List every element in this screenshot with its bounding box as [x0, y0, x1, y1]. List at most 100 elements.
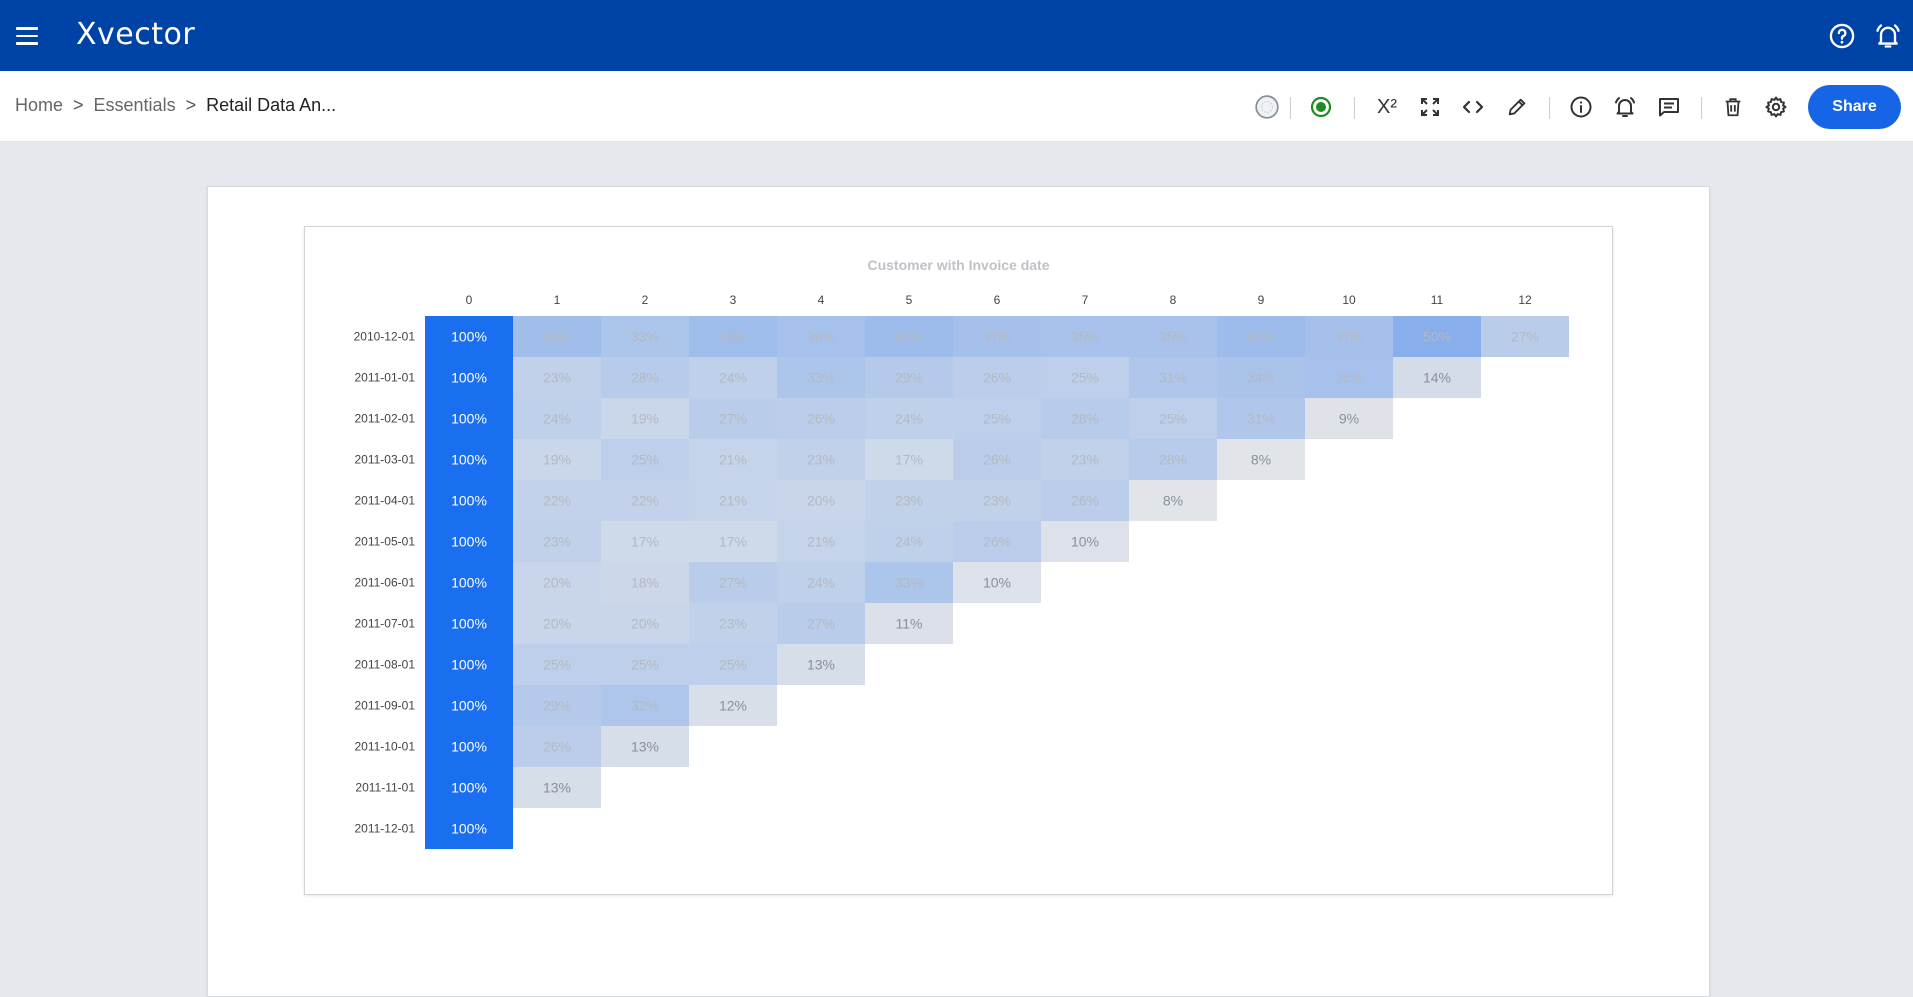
heatmap-cell-label: 23%: [983, 493, 1011, 509]
heatmap-cell-label: 24%: [895, 411, 923, 427]
heatmap-cell-label: 27%: [1511, 329, 1539, 345]
heatmap-cell-label: 22%: [631, 493, 659, 509]
column-label: 4: [818, 293, 825, 307]
row-label: 2011-05-01: [355, 535, 416, 549]
breadcrumb-separator: >: [185, 95, 197, 115]
column-label: 3: [730, 293, 737, 307]
code-icon[interactable]: [1459, 93, 1487, 121]
heatmap-cell-label: 19%: [543, 452, 571, 468]
heatmap-cell-label: 8%: [1251, 452, 1271, 468]
heatmap-cell-label: 23%: [807, 452, 835, 468]
heatmap-cell-label: 17%: [631, 534, 659, 550]
heatmap-cell-label: 100%: [451, 452, 487, 468]
heatmap-cell-label: 37%: [983, 329, 1011, 345]
column-label: 11: [1431, 293, 1444, 307]
app-logo[interactable]: Xvector: [76, 17, 195, 52]
breadcrumb: Home > Essentials > Retail Data An...: [15, 95, 336, 116]
heatmap-cell-label: 26%: [983, 452, 1011, 468]
heatmap-cell-label: 27%: [719, 575, 747, 591]
page-toolbar: Home > Essentials > Retail Data An... X²…: [0, 71, 1913, 142]
column-label: 9: [1258, 293, 1265, 307]
trash-icon[interactable]: [1719, 93, 1747, 121]
column-label: 1: [554, 293, 561, 307]
alarm-icon[interactable]: [1611, 93, 1639, 121]
heatmap-cell-label: 28%: [1071, 411, 1099, 427]
heatmap-cell-label: 31%: [1159, 370, 1187, 386]
heatmap-cell-label: 35%: [1159, 329, 1187, 345]
breadcrumb-home[interactable]: Home: [15, 95, 63, 116]
row-label: 2011-09-01: [355, 699, 416, 713]
heatmap-cell-label: 27%: [719, 411, 747, 427]
heatmap-cell-label: 11%: [896, 616, 923, 632]
row-label: 2011-04-01: [355, 494, 416, 508]
breadcrumb-current: Retail Data An...: [206, 95, 337, 115]
heatmap-cell-label: 34%: [1247, 370, 1275, 386]
heatmap-cell-label: 23%: [895, 493, 923, 509]
row-label: 2011-03-01: [355, 453, 416, 467]
heatmap-cell-label: 9%: [1339, 411, 1359, 427]
toolbar-divider: [1701, 97, 1702, 119]
help-icon[interactable]: [1828, 22, 1856, 50]
share-button[interactable]: Share: [1808, 85, 1901, 129]
heatmap-cell-label: 100%: [451, 575, 487, 591]
heatmap-cell-label: 26%: [543, 739, 571, 755]
row-label: 2011-06-01: [355, 576, 416, 590]
heatmap-cell-label: 10%: [983, 575, 1011, 591]
heatmap-cell-label: 36%: [1335, 370, 1363, 386]
heatmap-cell-label: 29%: [543, 698, 571, 714]
heatmap-cell-label: 40%: [1247, 329, 1275, 345]
info-icon[interactable]: [1567, 93, 1595, 121]
heatmap-cell-label: 32%: [631, 698, 659, 714]
heatmap-cell-label: 26%: [1071, 493, 1099, 509]
heatmap-cell-label: 8%: [1163, 493, 1183, 509]
heatmap-cell-label: 21%: [719, 452, 747, 468]
heatmap-cell-label: 20%: [631, 616, 659, 632]
heatmap-cell-label: 18%: [631, 575, 659, 591]
heatmap-cell-label: 100%: [451, 370, 487, 386]
cohort-chart-card[interactable]: Customer with Invoice date 0 1 2 3 4 5 6 7 8 9 10 1…: [304, 226, 1613, 895]
status-dot-icon[interactable]: [1253, 93, 1281, 121]
heatmap-cell-label: 13%: [543, 780, 571, 796]
heatmap-cell-label: 20%: [543, 616, 571, 632]
heatmap-cell-label: 36%: [807, 329, 835, 345]
pencil-icon[interactable]: [1503, 93, 1531, 121]
row-label: 2011-02-01: [355, 412, 416, 426]
top-navigation-bar: Xvector: [0, 0, 1913, 71]
column-label: 7: [1082, 293, 1089, 307]
row-label: 2011-01-01: [355, 371, 416, 385]
row-label: 2010-12-01: [354, 330, 416, 344]
fullscreen-icon[interactable]: [1416, 93, 1444, 121]
heatmap-cell-label: 13%: [807, 657, 835, 673]
row-label: 2011-10-01: [355, 740, 416, 754]
heatmap-cell-label: 28%: [631, 370, 659, 386]
heatmap-cell-label: 25%: [1071, 370, 1099, 386]
heatmap-cell-label: 24%: [719, 370, 747, 386]
row-label: 2011-07-01: [355, 617, 416, 631]
toolbar-divider: [1290, 97, 1291, 119]
menu-icon[interactable]: [16, 23, 42, 49]
heatmap-cell-label: 17%: [719, 534, 747, 550]
heatmap-cell-label: 23%: [719, 616, 747, 632]
toolbar-divider: [1354, 97, 1355, 119]
heatmap-cell-label: 23%: [543, 370, 571, 386]
bell-icon[interactable]: [1874, 22, 1902, 50]
heatmap-cell-label: 25%: [543, 657, 571, 673]
heatmap-cell-label: 23%: [543, 534, 571, 550]
column-label: 2: [642, 293, 649, 307]
breadcrumb-essentials[interactable]: Essentials: [94, 95, 176, 116]
gear-icon[interactable]: [1762, 93, 1790, 121]
heatmap-cell-label: 100%: [451, 739, 487, 755]
comment-icon[interactable]: [1655, 93, 1683, 121]
heatmap-cell-label: 28%: [1159, 452, 1187, 468]
superscript-icon[interactable]: X²: [1373, 93, 1401, 121]
heatmap-cell-label: 33%: [807, 370, 835, 386]
active-record-icon[interactable]: [1307, 93, 1335, 121]
toolbar-divider: [1549, 97, 1550, 119]
heatmap-cell-label: 23%: [1071, 452, 1099, 468]
heatmap-cell-label: 25%: [1159, 411, 1187, 427]
heatmap-cell-label: 24%: [543, 411, 571, 427]
heatmap-cell-label: 50%: [1423, 329, 1451, 345]
heatmap-cell-label: 100%: [451, 698, 487, 714]
heatmap-cell-label: 21%: [719, 493, 747, 509]
heatmap-cell-label: 100%: [451, 411, 487, 427]
